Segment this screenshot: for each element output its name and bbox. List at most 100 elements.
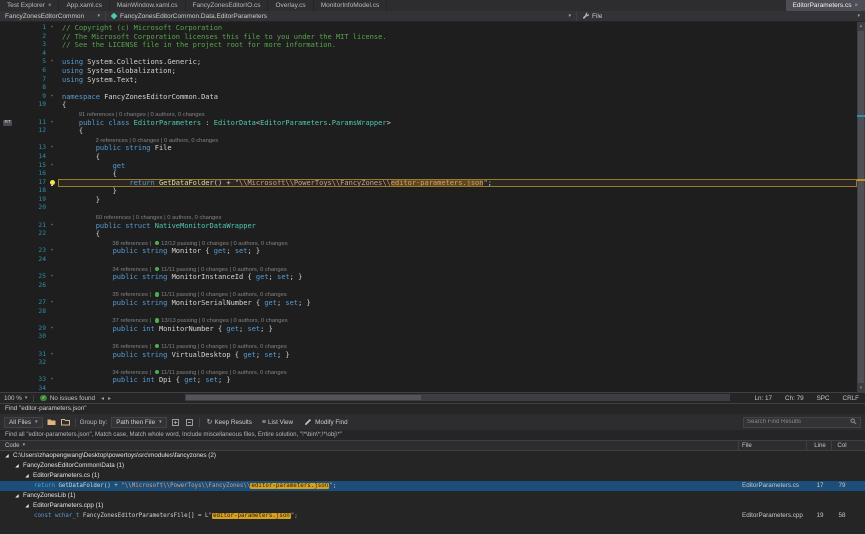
editor-row[interactable]: 91 references | 0 changes | 0 authors, 0… xyxy=(0,110,857,119)
column-line[interactable]: Line xyxy=(808,441,832,450)
document-tab[interactable]: MonitorInfoModel.cs xyxy=(314,0,388,11)
modify-find-button[interactable]: Modify Find xyxy=(300,417,351,428)
fold-margin[interactable] xyxy=(46,213,58,222)
breakpoint-margin[interactable] xyxy=(0,144,26,153)
zoom-dropdown[interactable]: 100 % ▾ xyxy=(0,395,31,402)
search-find-results-box[interactable] xyxy=(743,417,861,428)
code-line[interactable]: get xyxy=(58,162,857,171)
close-icon[interactable]: × xyxy=(48,3,52,9)
spaces-indicator[interactable]: SPC xyxy=(817,395,830,402)
code-line[interactable] xyxy=(58,308,857,317)
code-line[interactable]: // See the LICENSE file in the project r… xyxy=(58,41,857,50)
folder-icon[interactable] xyxy=(61,417,71,427)
fold-margin[interactable]: ▾ xyxy=(46,376,58,385)
find-result-group[interactable]: ◢C:\Users\zhaopengwang\Desktop\powertoys… xyxy=(0,451,865,461)
code-line[interactable]: 2 references | 0 changes | 0 authors, 0 … xyxy=(58,136,857,145)
column-indicator[interactable]: Ch: 79 xyxy=(785,395,804,402)
editor-row[interactable]: 25▾ public string MonitorInstanceId { ge… xyxy=(0,273,857,282)
code-line[interactable]: { xyxy=(58,153,857,162)
breakpoint-margin[interactable] xyxy=(0,127,26,136)
breakpoint-margin[interactable]: RT xyxy=(0,119,26,128)
breakpoint-margin[interactable] xyxy=(0,385,26,392)
expand-all-icon[interactable] xyxy=(171,417,181,427)
find-result-row[interactable]: return GetDataFolder() + "\\Microsoft\\P… xyxy=(0,481,865,491)
breakpoint-margin[interactable] xyxy=(0,256,26,265)
code-line[interactable]: public string MonitorInstanceId { get; s… xyxy=(58,273,857,282)
fold-margin[interactable] xyxy=(46,127,58,136)
fold-margin[interactable] xyxy=(46,333,58,342)
column-code[interactable]: Code ▾ xyxy=(5,441,25,450)
editor-row[interactable]: 12 { xyxy=(0,127,857,136)
document-tab[interactable]: MainWindow.xaml.cs xyxy=(110,0,186,11)
editor-row[interactable]: 31▾ public string VirtualDesktop { get; … xyxy=(0,351,857,360)
fold-margin[interactable] xyxy=(46,282,58,291)
find-result-row[interactable]: const wchar_t FancyZonesEditorParameters… xyxy=(0,511,865,521)
find-result-group[interactable]: ◢EditorParameters.cs (1) xyxy=(0,471,865,481)
code-line[interactable]: public string File xyxy=(58,144,857,153)
editor-row[interactable]: 6using System.Globalization; xyxy=(0,67,857,76)
column-col[interactable]: Col xyxy=(833,441,851,450)
code-line[interactable]: public string VirtualDesktop { get; set;… xyxy=(58,351,857,360)
code-line[interactable]: 35 references | 11/11 passing | 0 change… xyxy=(58,290,857,299)
results-tree[interactable]: ◢C:\Users\zhaopengwang\Desktop\powertoys… xyxy=(0,451,865,534)
fold-arrow-icon[interactable]: ▾ xyxy=(51,223,54,228)
code-line[interactable]: using System.Text; xyxy=(58,76,857,85)
code-line[interactable]: 37 references | 13/13 passing | 0 change… xyxy=(58,316,857,325)
code-line[interactable]: 34 references | 11/11 passing | 0 change… xyxy=(58,368,857,377)
editor-row[interactable]: 29▾ public int MonitorNumber { get; set;… xyxy=(0,325,857,334)
code-line[interactable]: public string Monitor { get; set; } xyxy=(58,247,857,256)
document-health-indicator[interactable]: ✓ No issues found xyxy=(36,395,99,402)
breakpoint-margin[interactable] xyxy=(0,351,26,360)
editor-row[interactable]: 3// See the LICENSE file in the project … xyxy=(0,41,857,50)
code-line[interactable] xyxy=(58,84,857,93)
breakpoint-margin[interactable] xyxy=(0,282,26,291)
column-file[interactable]: File xyxy=(742,441,752,450)
breakpoint-margin[interactable] xyxy=(0,93,26,102)
code-line[interactable]: 36 references | 11/11 passing | 0 change… xyxy=(58,342,857,351)
fold-margin[interactable] xyxy=(46,385,58,392)
editor-row[interactable]: 20 xyxy=(0,204,857,213)
code-line[interactable]: public struct NativeMonitorDataWrapper xyxy=(58,222,857,231)
editor-row[interactable]: 14 { xyxy=(0,153,857,162)
fold-arrow-icon[interactable]: ▾ xyxy=(51,352,54,357)
expander-icon[interactable]: ◢ xyxy=(14,491,20,501)
fold-arrow-icon[interactable]: ▾ xyxy=(51,326,54,331)
fold-margin[interactable] xyxy=(46,84,58,93)
scroll-down-icon[interactable]: ▼ xyxy=(857,384,865,392)
fold-margin[interactable] xyxy=(46,308,58,317)
code-line[interactable] xyxy=(58,204,857,213)
breakpoint-margin[interactable] xyxy=(0,299,26,308)
fold-margin[interactable] xyxy=(46,179,58,188)
breakpoint-margin[interactable] xyxy=(0,50,26,59)
expander-icon[interactable]: ◢ xyxy=(4,451,10,461)
group-by-dropdown[interactable]: Path then File ▾ xyxy=(111,417,166,428)
breakpoint-margin[interactable] xyxy=(0,239,26,248)
breakpoint-margin[interactable] xyxy=(0,222,26,231)
fold-margin[interactable] xyxy=(46,368,58,377)
next-issue-icon[interactable]: ▸ xyxy=(106,395,113,402)
editor-row[interactable]: 22 { xyxy=(0,230,857,239)
editor-row[interactable]: 2 references | 0 changes | 0 authors, 0 … xyxy=(0,136,857,145)
editor-row[interactable]: 26 xyxy=(0,282,857,291)
editor-vertical-scrollbar[interactable]: ▲ ▼ xyxy=(857,22,865,392)
fold-arrow-icon[interactable]: ▾ xyxy=(51,248,54,253)
editor-row[interactable]: 8 xyxy=(0,84,857,93)
type-dropdown[interactable]: FancyZonesEditorCommon.Data.EditorParame… xyxy=(106,11,577,21)
editor-row[interactable]: 35 references | 11/11 passing | 0 change… xyxy=(0,290,857,299)
fold-arrow-icon[interactable]: ▾ xyxy=(51,163,54,168)
line-indicator[interactable]: Ln: 17 xyxy=(755,395,773,402)
breakpoint-margin[interactable] xyxy=(0,58,26,67)
fold-margin[interactable]: ▾ xyxy=(46,299,58,308)
open-containing-folder-icon[interactable] xyxy=(47,417,57,427)
fold-margin[interactable] xyxy=(46,196,58,205)
fold-margin[interactable] xyxy=(46,67,58,76)
editor-row[interactable]: 7using System.Text; xyxy=(0,76,857,85)
document-tab[interactable]: Test Explorer× xyxy=(0,0,59,11)
breakpoint-margin[interactable] xyxy=(0,153,26,162)
fold-arrow-icon[interactable]: ▾ xyxy=(51,94,54,99)
fold-margin[interactable]: ▾ xyxy=(46,273,58,282)
breakpoint-margin[interactable] xyxy=(0,333,26,342)
editor-row[interactable]: 24 xyxy=(0,256,857,265)
code-line[interactable]: using System.Collections.Generic; xyxy=(58,58,857,67)
find-result-group[interactable]: ◢FancyZonesLib (1) xyxy=(0,491,865,501)
